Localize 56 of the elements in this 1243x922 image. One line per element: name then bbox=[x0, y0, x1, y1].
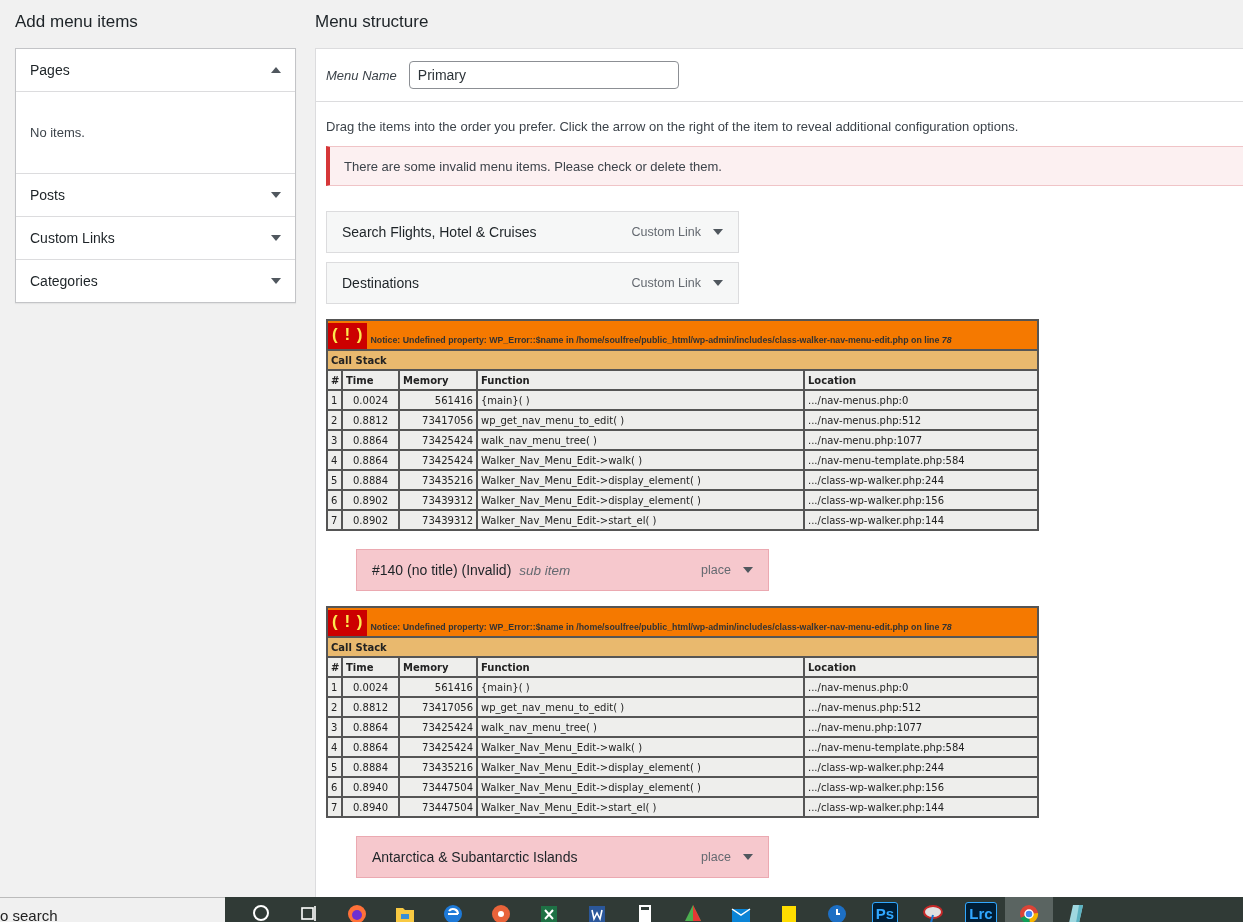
menu-item-title: Destinations bbox=[342, 275, 420, 291]
satellite-dish-icon[interactable] bbox=[921, 902, 945, 922]
menu-item[interactable]: #140 (no title) (Invalid) sub item place bbox=[356, 549, 769, 591]
panel-heading: Add menu items bbox=[15, 12, 139, 33]
column-header: Location bbox=[808, 661, 857, 673]
warning-badge: ( ! ) bbox=[329, 610, 368, 635]
call-stack-title: Call Stack bbox=[331, 641, 387, 653]
accordion-header[interactable]: Pages bbox=[16, 49, 295, 91]
menu-item[interactable]: Destinations Custom Link bbox=[326, 262, 739, 304]
menu-item-title: Antarctica & Subantarctic Islands bbox=[372, 849, 578, 865]
item-type-label: Custom Link bbox=[631, 276, 701, 290]
column-header: Time bbox=[346, 661, 374, 673]
expand-arrow-icon[interactable] bbox=[713, 280, 723, 286]
item-type-label: Custom Link bbox=[631, 225, 701, 239]
expand-arrow-icon[interactable] bbox=[271, 278, 281, 284]
expand-arrow-icon[interactable] bbox=[713, 229, 723, 235]
browser-icon[interactable] bbox=[441, 902, 465, 922]
notice-message: Notice: Undefined property: WP_Error::$name in /home/soulfree/public_html/wp-admin/includes/class-walker-nav-menu-edit.php on line 78 bbox=[370, 335, 952, 347]
menu-name-field[interactable]: Primary bbox=[408, 61, 679, 89]
expand-arrow-icon[interactable] bbox=[271, 192, 281, 198]
error-text: There are some invalid menu items. Please check or delete them. bbox=[344, 158, 722, 174]
accordion-header[interactable]: Custom Links bbox=[16, 217, 295, 259]
column-header: Location bbox=[808, 374, 857, 386]
expand-arrow-icon[interactable] bbox=[743, 854, 753, 860]
menu-item-title: Search Flights, Hotel & Cruises bbox=[342, 224, 537, 240]
column-header: Time bbox=[346, 374, 374, 386]
column-header: # bbox=[331, 661, 340, 673]
taskbar-button[interactable] bbox=[1005, 897, 1053, 922]
accordion-header[interactable]: Posts bbox=[16, 174, 295, 216]
panel-heading: Menu structure bbox=[315, 12, 430, 33]
instructions-text: Drag the items into the order you prefer. Click the arrow on the right of the item to reveal additional configuration options. bbox=[326, 119, 1020, 134]
column-header: # bbox=[331, 374, 340, 386]
sub-item-label: sub item bbox=[519, 562, 571, 578]
browser-icon[interactable] bbox=[1017, 902, 1041, 922]
menu-item[interactable]: Search Flights, Hotel & Cruises Custom Link bbox=[326, 211, 739, 253]
empty-message: No items. bbox=[30, 125, 85, 140]
app-badge[interactable]: Ps bbox=[871, 902, 899, 922]
collapse-arrow-icon[interactable] bbox=[271, 67, 281, 73]
clock-icon[interactable] bbox=[825, 902, 849, 922]
column-header: Memory bbox=[403, 374, 449, 386]
column-header: Function bbox=[481, 661, 530, 673]
accordion-header[interactable]: Categories bbox=[16, 260, 295, 302]
field-label: Menu Name bbox=[326, 67, 397, 83]
item-type-label: place bbox=[701, 850, 731, 864]
warning-badge: ( ! ) bbox=[329, 323, 368, 348]
expand-arrow-icon[interactable] bbox=[743, 567, 753, 573]
menu-item-title: #140 (no title) (Invalid) bbox=[372, 562, 512, 578]
app-badge[interactable]: Lrc bbox=[965, 902, 997, 922]
search-field[interactable]: o search bbox=[0, 897, 225, 922]
item-type-label: place bbox=[701, 563, 731, 577]
column-header: Memory bbox=[403, 661, 449, 673]
column-header: Function bbox=[481, 374, 530, 386]
menu-item[interactable]: Antarctica & Subantarctic Islands place bbox=[356, 836, 769, 878]
expand-arrow-icon[interactable] bbox=[271, 235, 281, 241]
notice-message: Notice: Undefined property: WP_Error::$name in /home/soulfree/public_html/wp-admin/includes/class-walker-nav-menu-edit.php on line 78 bbox=[370, 622, 952, 634]
call-stack-title: Call Stack bbox=[331, 354, 387, 366]
